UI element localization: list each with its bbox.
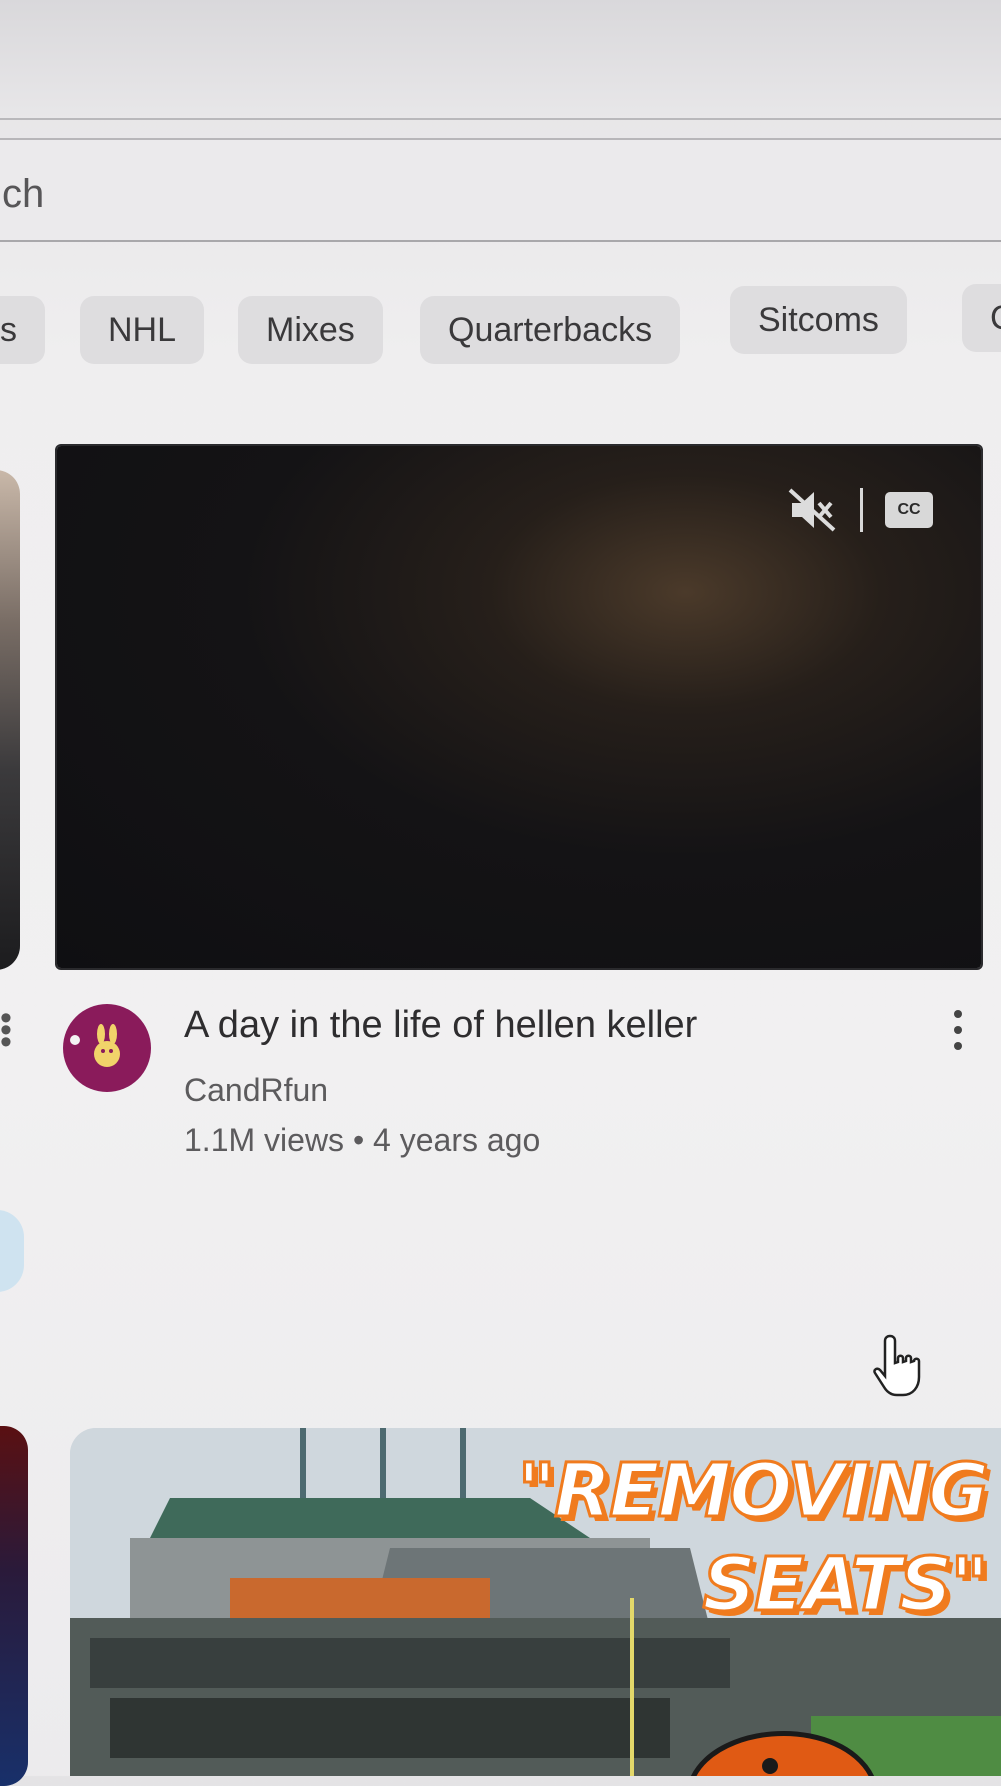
chip-sitcoms[interactable]: Sitcoms: [730, 286, 907, 354]
search-input[interactable]: ch: [2, 172, 44, 217]
avatar[interactable]: [63, 1004, 151, 1092]
bunny-icon: [70, 1024, 120, 1067]
video-player[interactable]: CC: [57, 446, 981, 968]
top-bar: [0, 0, 1001, 120]
video-thumbnail[interactable]: "REMOVING SEATS": [70, 1428, 1001, 1776]
chip-nhl[interactable]: NHL: [80, 296, 205, 364]
divider: [0, 118, 1001, 120]
more-options-icon[interactable]: [952, 1010, 964, 1058]
search-box[interactable]: ch: [0, 138, 1001, 242]
captions-button[interactable]: CC: [885, 492, 933, 528]
player-controls: CC: [788, 488, 933, 532]
video-title[interactable]: A day in the life of hellen keller: [184, 1004, 697, 1047]
thumbnail-text: "REMOVING SEATS": [516, 1447, 990, 1630]
hand-cursor-icon: [873, 1334, 921, 1397]
partial-video-thumbnail[interactable]: [0, 1426, 28, 1786]
channel-name[interactable]: CandRfun: [184, 1072, 328, 1109]
more-options-icon[interactable]: • • •: [0, 1001, 12, 1059]
divider: [860, 488, 863, 532]
chip[interactable]: s: [0, 296, 45, 364]
partial-element: [0, 1210, 24, 1292]
volume-off-icon[interactable]: [788, 488, 838, 532]
chip[interactable]: C: [962, 284, 1001, 352]
video-meta: 1.1M views • 4 years ago: [184, 1122, 541, 1158]
chip-bar: s NHL Mixes Quarterbacks Sitcoms C: [0, 284, 1001, 376]
partial-video-thumbnail[interactable]: [0, 470, 20, 970]
bird-logo-icon: [691, 1730, 874, 1776]
chip-mixes[interactable]: Mixes: [238, 296, 383, 364]
chip-quarterbacks[interactable]: Quarterbacks: [420, 296, 681, 364]
